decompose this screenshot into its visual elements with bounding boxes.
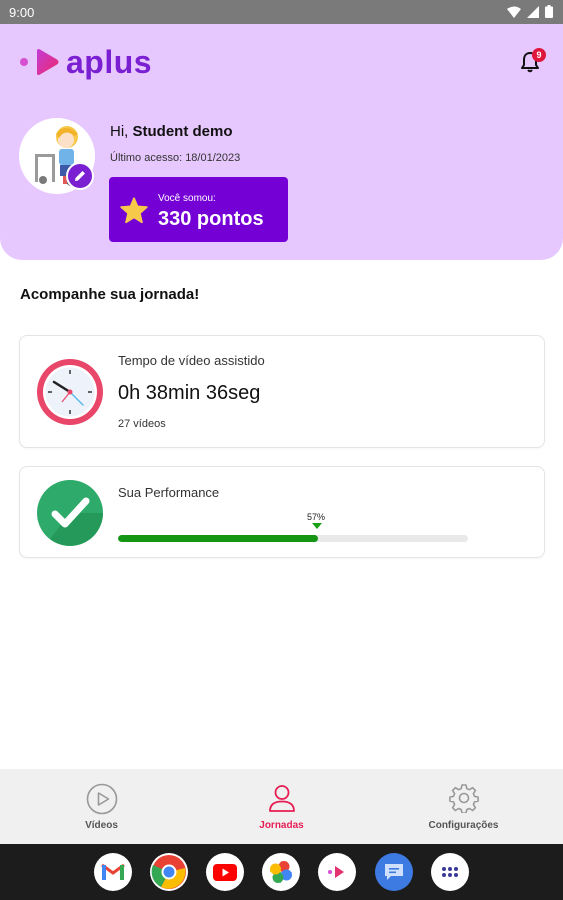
- greeting: Hi, Student demo: [110, 123, 233, 140]
- video-time-card: Tempo de vídeo assistido 0h 38min 36seg …: [19, 335, 545, 448]
- notifications-button[interactable]: 9: [518, 48, 546, 76]
- gmail-glyph: [101, 863, 125, 880]
- checkmark-icon: [37, 480, 103, 546]
- video-count: 27 vídeos: [118, 418, 166, 430]
- signal-icon: [527, 5, 539, 18]
- nav-configuracoes-label: Configurações: [428, 820, 499, 831]
- performance-label: Sua Performance: [118, 485, 220, 500]
- performance-marker: [312, 523, 322, 529]
- points-value: 330 pontos: [158, 208, 264, 230]
- performance-progress-fill: [118, 535, 318, 542]
- aplus-glyph: [328, 866, 344, 878]
- chrome-glyph: [151, 855, 186, 889]
- messages-icon[interactable]: [375, 853, 413, 891]
- edit-avatar-button[interactable]: [66, 162, 94, 190]
- user-name: Student demo: [132, 123, 233, 140]
- nav-videos-label: Vídeos: [85, 820, 118, 831]
- points-label: Você somou:: [158, 193, 216, 204]
- photos-icon[interactable]: [262, 853, 300, 891]
- gear-icon: [448, 784, 479, 813]
- video-time-label: Tempo de vídeo assistido: [118, 353, 265, 368]
- messages-glyph: [385, 864, 403, 880]
- last-access-text: Último acesso: 18/01/2023: [110, 152, 241, 164]
- logo-text: aplus: [66, 44, 153, 80]
- clock-icon: [37, 359, 103, 425]
- section-title: Acompanhe sua jornada!: [20, 286, 200, 303]
- profile-header: aplus 9 Hi, Student demo Último acesso: …: [0, 24, 563, 260]
- user-icon: [268, 785, 295, 812]
- system-dock: [0, 844, 563, 900]
- notification-badge: 9: [532, 48, 546, 62]
- wifi-icon: [507, 6, 521, 18]
- nav-jornadas[interactable]: Jornadas: [188, 769, 375, 844]
- chrome-icon[interactable]: [150, 853, 188, 891]
- app-drawer-glyph: [442, 867, 458, 877]
- points-card: Você somou: 330 pontos: [109, 177, 288, 242]
- battery-icon: [545, 5, 553, 18]
- nav-videos[interactable]: Vídeos: [8, 769, 195, 844]
- app-drawer-icon[interactable]: [431, 853, 469, 891]
- status-bar: 9:00: [0, 0, 563, 24]
- performance-card: Sua Performance 57%: [19, 466, 545, 558]
- logo-play-icon: [37, 49, 59, 75]
- photos-glyph: [270, 861, 292, 883]
- greeting-prefix: Hi,: [110, 123, 129, 140]
- performance-percent: 57%: [307, 512, 326, 522]
- youtube-icon[interactable]: [206, 853, 244, 891]
- pencil-icon: [75, 171, 85, 181]
- status-time: 9:00: [9, 5, 35, 20]
- nav-configuracoes[interactable]: Configurações: [370, 769, 557, 844]
- gmail-icon[interactable]: [94, 853, 132, 891]
- nav-jornadas-label: Jornadas: [259, 820, 304, 831]
- app-logo: aplus: [20, 46, 152, 78]
- status-icons: [507, 5, 553, 18]
- bottom-nav: Vídeos Jornadas Configurações: [0, 769, 563, 844]
- play-circle-icon: [86, 783, 117, 815]
- star-icon: [120, 197, 148, 224]
- performance-progress-bar: [118, 535, 468, 542]
- logo-dot: [20, 58, 28, 66]
- video-time-value: 0h 38min 36seg: [118, 382, 261, 404]
- aplus-app-icon[interactable]: [318, 853, 356, 891]
- youtube-glyph: [213, 863, 237, 881]
